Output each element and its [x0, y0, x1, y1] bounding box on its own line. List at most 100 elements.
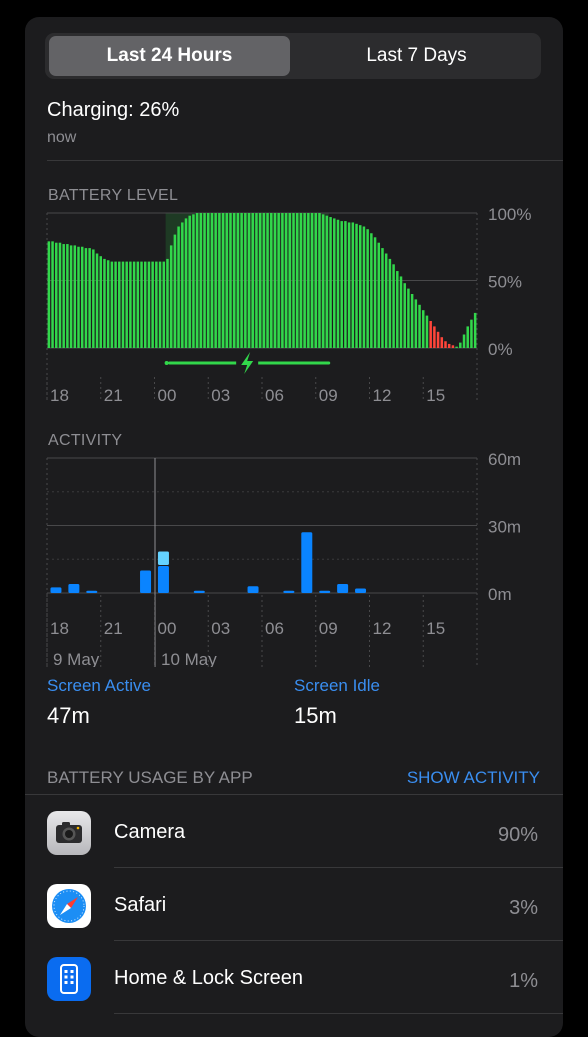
battery-bar	[344, 221, 347, 348]
battery-bar	[80, 246, 84, 348]
battery-bar	[325, 215, 329, 348]
battery-bar	[192, 214, 195, 348]
activity-chart: 18 21 00 03 06 09 12 15 9 May 10 May 60m 30m 0m	[46, 450, 521, 667]
battery-bar	[151, 261, 154, 348]
battery-bar	[147, 261, 151, 348]
activity-bar-idle	[157, 551, 169, 565]
battery-bar	[455, 346, 458, 348]
battery-bar	[229, 213, 232, 348]
activity-bar-active	[319, 590, 331, 593]
battery-bar	[418, 304, 421, 348]
activity-bar-active	[157, 566, 169, 593]
battery-bar	[292, 213, 295, 348]
x-tick-label: 09	[319, 386, 338, 405]
battery-bar	[258, 213, 262, 348]
battery-bar	[125, 261, 128, 348]
activity-bar-active	[68, 584, 80, 593]
battery-bar	[51, 241, 54, 348]
app-row-home-lock-screen[interactable]: Home & Lock Screen 1%	[25, 941, 563, 1014]
battery-bar	[232, 213, 236, 348]
safari-icon	[47, 884, 91, 928]
x-tick-label: 18	[50, 619, 69, 638]
battery-bar	[55, 242, 58, 348]
battery-bar	[358, 225, 362, 348]
battery-bar	[373, 237, 377, 348]
activity-bar-active	[86, 590, 98, 593]
app-name: Camera	[114, 821, 186, 843]
battery-bar	[333, 218, 336, 348]
battery-bar	[433, 326, 436, 348]
battery-bar	[129, 261, 132, 348]
y-tick-label: 60m	[488, 450, 521, 469]
app-row-camera[interactable]: Camera 90%	[25, 795, 563, 868]
battery-bar	[310, 213, 314, 348]
battery-bar	[336, 219, 340, 348]
battery-bar	[199, 213, 203, 348]
activity-bar-active	[301, 532, 313, 593]
battery-bar	[206, 213, 210, 348]
battery-bar	[270, 213, 273, 348]
battery-bar	[362, 226, 366, 348]
battery-bar	[447, 343, 451, 348]
y-tick-label: 30m	[488, 518, 521, 537]
battery-bar	[166, 258, 169, 348]
screen-active-value: 47m	[47, 703, 90, 728]
battery-bar	[66, 244, 69, 348]
battery-bar	[295, 213, 299, 348]
battery-bar	[273, 213, 277, 348]
battery-bar	[47, 241, 51, 348]
battery-bar	[321, 214, 325, 348]
x-tick-label: 21	[104, 619, 123, 638]
app-name: Safari	[114, 894, 167, 916]
x-tick-label: 15	[426, 619, 445, 638]
battery-bar	[407, 288, 410, 348]
battery-bar	[307, 213, 310, 348]
show-activity-button[interactable]: SHOW ACTIVITY	[407, 768, 540, 788]
battery-bar	[470, 319, 473, 348]
battery-bar	[251, 213, 254, 348]
app-percent: 3%	[509, 897, 538, 919]
charging-indicator-dot	[164, 361, 169, 365]
app-percent: 90%	[497, 824, 538, 846]
battery-bar	[173, 234, 177, 348]
x-tick-label: 21	[104, 386, 123, 405]
battery-bar	[73, 245, 77, 348]
battery-bar	[132, 261, 136, 348]
battery-bar	[366, 229, 369, 348]
date-label: 9 May	[53, 650, 100, 667]
battery-bar	[244, 213, 247, 348]
x-tick-label: 15	[426, 386, 445, 405]
battery-bar	[92, 249, 95, 348]
app-row-safari[interactable]: Safari 3%	[25, 868, 563, 941]
battery-bar	[210, 213, 214, 348]
battery-bar	[329, 217, 332, 348]
battery-bar	[318, 213, 321, 348]
x-tick-label: 00	[158, 619, 177, 638]
screen-active-label: Screen Active	[47, 676, 151, 695]
battery-bar	[106, 260, 110, 348]
battery-bar	[177, 226, 180, 348]
battery-bar	[381, 248, 384, 348]
battery-bar	[421, 310, 425, 348]
y-tick-label: 100%	[488, 205, 531, 224]
activity-bar-active	[355, 588, 367, 593]
activity-bar-active	[140, 570, 152, 593]
battery-bar	[284, 213, 288, 348]
battery-bar	[110, 261, 114, 348]
battery-bar	[440, 337, 444, 348]
battery-bar	[143, 261, 147, 348]
battery-panel: Last 24 Hours Last 7 Days Charging: 26% …	[25, 17, 563, 1037]
battery-bar	[136, 261, 140, 348]
battery-bar	[384, 253, 388, 348]
battery-bar	[451, 345, 455, 348]
home-lock-icon	[47, 957, 91, 1001]
battery-bar	[121, 261, 125, 348]
battery-bar	[392, 264, 395, 348]
x-tick-label: 00	[158, 386, 177, 405]
x-tick-label: 09	[319, 619, 338, 638]
battery-bar	[288, 213, 292, 348]
battery-bar	[58, 242, 62, 348]
x-tick-label: 06	[265, 386, 284, 405]
battery-bar	[140, 261, 143, 348]
battery-bar	[62, 244, 65, 348]
